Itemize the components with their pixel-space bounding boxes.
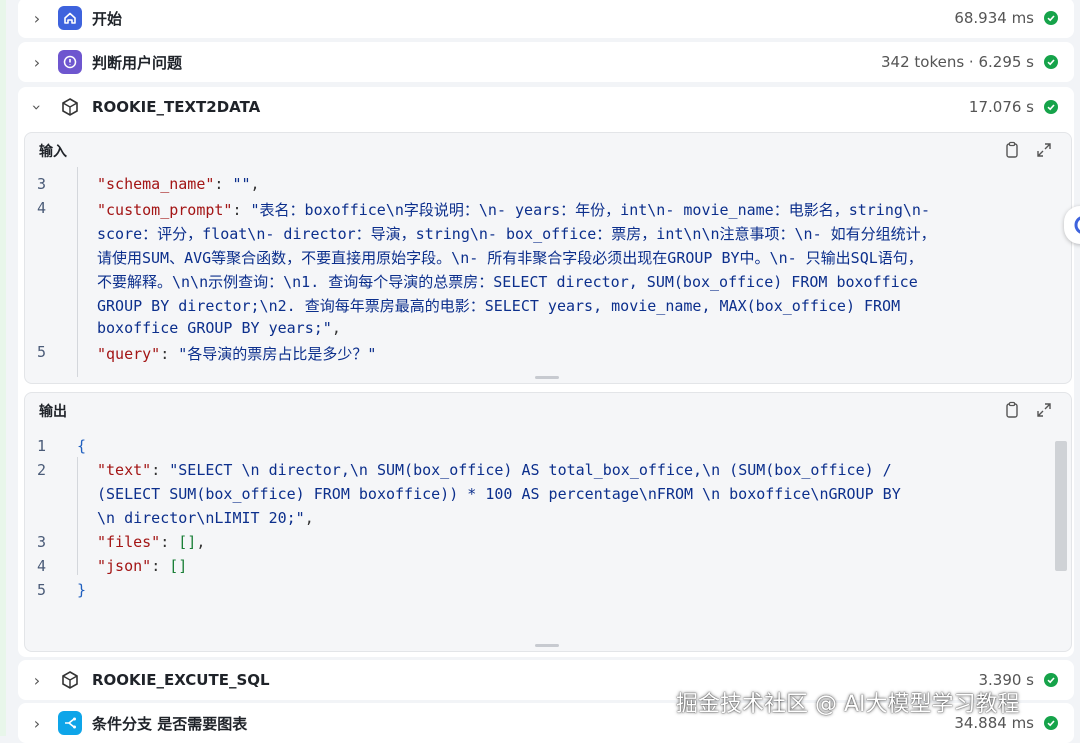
code-line-wrap: score：评分，float\n- director：导演，string\n- … [97, 225, 936, 243]
input-panel: 输入 "__________" 3 "schema_name": "", 4 [24, 132, 1072, 384]
expand-icon[interactable] [1035, 401, 1053, 419]
output-panel-header: 输出 [25, 393, 1071, 427]
node-title: 判断用户问题 [92, 53, 183, 72]
output-panel-label: 输出 [39, 404, 67, 420]
json-string: "表名：boxoffice\n字段说明：\n- years：年份，int\n- … [250, 201, 930, 219]
code-line: "files": [], [97, 533, 206, 551]
input-panel-header: 输入 [25, 133, 1071, 167]
input-code-viewer[interactable]: "__________" 3 "schema_name": "", 4 "cus… [25, 167, 1071, 377]
input-panel-label: 输入 [39, 144, 67, 160]
json-key: "text" [97, 461, 152, 479]
json-key: "json" [97, 557, 152, 575]
line-number: 4 [37, 557, 47, 575]
json-key: "custom_prompt" [97, 201, 233, 219]
close-brace: } [77, 581, 87, 599]
node-duration: 68.934 ms [954, 9, 1034, 27]
check-circle-icon [1044, 673, 1058, 687]
node-header-text2data[interactable]: › ROOKIE_TEXT2DATA 17.076 s [18, 87, 1074, 127]
chevron-right-icon[interactable]: › [26, 9, 48, 28]
node-row-start[interactable]: › 开始 68.934 ms [18, 0, 1074, 38]
code-line-wrap: 请使用SUM、AVG等聚合函数，不要直接用原始字段。\n- 所有非聚合字段必须出… [97, 249, 923, 267]
open-brace: { [77, 437, 87, 455]
resize-handle[interactable] [535, 376, 559, 379]
left-edge-strip [0, 0, 6, 736]
watermark-text: 掘金技术社区 @ AI大模型学习教程 [676, 692, 1020, 717]
resize-handle[interactable] [535, 644, 559, 647]
line-number: 2 [37, 461, 47, 479]
toolbox-icon [58, 95, 82, 119]
code-line: "query": "各导演的票房占比是多少？" [97, 345, 377, 363]
expand-icon[interactable] [1035, 141, 1053, 159]
node-expanded-text2data: › ROOKIE_TEXT2DATA 17.076 s 输入 3 "schema… [18, 87, 1074, 657]
line-number: 4 [37, 199, 47, 217]
code-line: "custom_prompt": "表名：boxoffice\n字段说明：\n-… [97, 201, 930, 219]
code-line-wrap: (SELECT SUM(box_office) FROM boxoffice))… [97, 485, 901, 503]
copy-icon[interactable] [1003, 141, 1021, 159]
workflow-run-trace: › 开始 68.934 ms › 判断用户问题 342 tokens · 6.2… [0, 0, 1080, 743]
code-line: "json": [] [97, 557, 188, 575]
json-string: "" [232, 175, 251, 193]
check-circle-icon [1044, 55, 1058, 69]
code-line-wrap: GROUP BY director;\n2. 查询每年票房最高的电影：SELEC… [97, 297, 901, 315]
code-line-wrap: \n director\nLIMIT 20;", [97, 509, 314, 527]
json-key: "query" [97, 345, 161, 363]
json-string: "SELECT \n director,\n SUM(box_office) A… [169, 461, 892, 479]
toolbox-icon [58, 668, 82, 692]
chevron-down-icon[interactable]: › [28, 96, 47, 118]
chevron-right-icon[interactable]: › [26, 671, 48, 690]
json-key: "schema_name" [97, 175, 215, 193]
check-circle-icon [1044, 100, 1058, 114]
node-title: ROOKIE_EXCUTE_SQL [92, 671, 270, 689]
if-else-branch-icon [58, 711, 82, 735]
json-array: [] [178, 533, 197, 551]
indent-guide [77, 457, 78, 575]
code-line: "schema_name": "", [97, 175, 260, 193]
line-number: 5 [37, 343, 47, 361]
json-key: "files" [97, 533, 161, 551]
check-circle-icon [1044, 716, 1058, 730]
json-array: [] [169, 557, 188, 575]
chevron-right-icon[interactable]: › [26, 714, 48, 733]
indent-guide [77, 167, 78, 377]
check-circle-icon [1044, 11, 1058, 25]
node-duration: 17.076 s [968, 98, 1034, 116]
json-string: "各导演的票房占比是多少？" [178, 345, 377, 363]
line-number: 3 [37, 533, 47, 551]
line-number: 1 [37, 437, 47, 455]
copy-icon[interactable] [1003, 401, 1021, 419]
question-classifier-icon [58, 50, 82, 74]
vertical-scrollbar[interactable] [1055, 441, 1067, 571]
code-line-wrap: 不要解释。\n\n示例查询：\n1. 查询每个导演的总票房：SELECT dir… [97, 273, 918, 291]
chevron-right-icon[interactable]: › [26, 53, 48, 72]
node-title: 条件分支 是否需要图表 [92, 714, 248, 733]
code-line-wrap: boxoffice GROUP BY years;", [97, 319, 341, 337]
line-number: 5 [37, 581, 47, 599]
node-title: ROOKIE_TEXT2DATA [92, 98, 261, 116]
line-number: 3 [37, 175, 47, 193]
node-title: 开始 [92, 9, 123, 28]
home-icon [58, 6, 82, 30]
node-tokens-duration: 342 tokens · 6.295 s [881, 53, 1034, 71]
code-line: "text": "SELECT \n director,\n SUM(box_o… [97, 461, 892, 479]
node-row-judge[interactable]: › 判断用户问题 342 tokens · 6.295 s [18, 42, 1074, 82]
output-panel: 输出 1 { 2 "text": "SELECT \n director,\n … [24, 392, 1072, 652]
output-code-viewer[interactable]: 1 { 2 "text": "SELECT \n director,\n SUM… [25, 433, 1071, 643]
